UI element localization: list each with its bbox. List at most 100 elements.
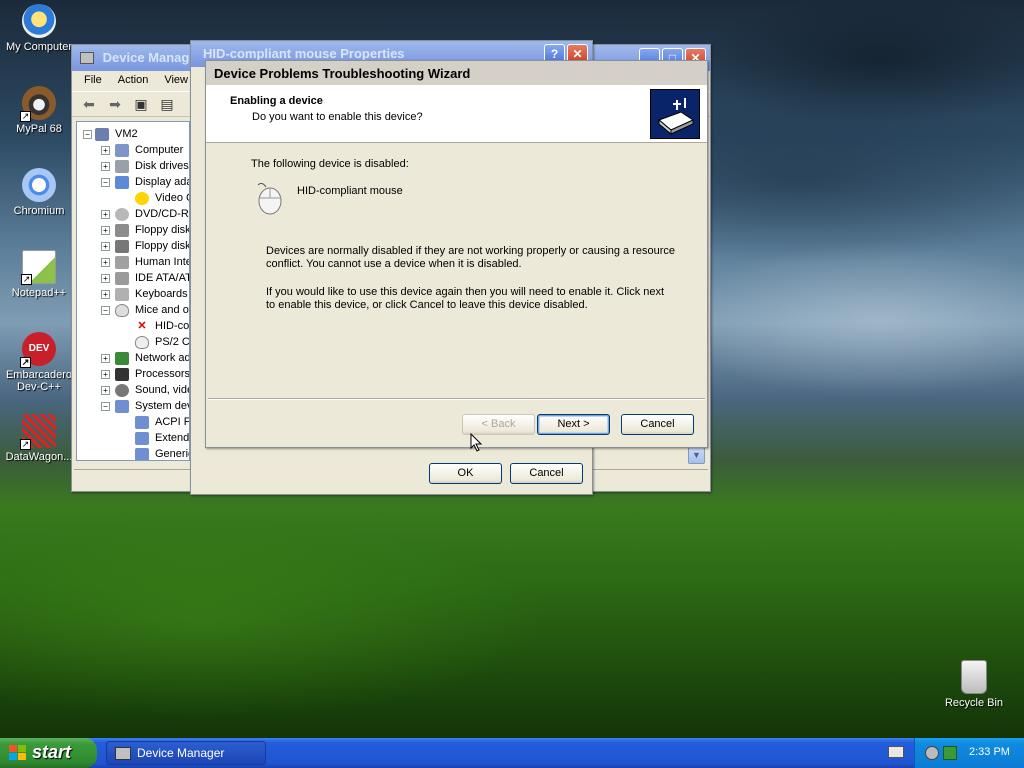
device-tree[interactable]: − VM2 + Computer + Disk drives − Display ad… bbox=[76, 121, 190, 461]
show-hide-tree-icon[interactable]: ▣ bbox=[132, 95, 150, 113]
chromium-icon bbox=[22, 168, 56, 202]
collapse-icon[interactable]: − bbox=[101, 306, 110, 315]
mypal-desktop-icon[interactable]: ↗ MyPal 68 bbox=[0, 86, 78, 135]
start-button[interactable]: start bbox=[0, 738, 97, 768]
tree-item[interactable]: + Floppy disk bbox=[77, 222, 189, 238]
button-separator bbox=[208, 398, 705, 400]
forward-arrow-icon[interactable]: ➡ bbox=[106, 95, 124, 113]
cancel-button[interactable]: Cancel bbox=[621, 414, 694, 435]
desktop-icon-label: DataWagon... bbox=[5, 451, 73, 463]
tree-item[interactable]: ACPI Fi bbox=[77, 414, 189, 430]
hid-icon bbox=[115, 256, 129, 269]
ide-controller-icon bbox=[115, 272, 129, 285]
desktop-icon-label: Embarcadero Dev-C++ bbox=[5, 369, 73, 393]
mouse-icon bbox=[135, 336, 149, 349]
system-tray: 2:33 PM bbox=[914, 738, 1024, 768]
desktop-icon-label: My Computer bbox=[5, 41, 73, 53]
tree-item[interactable]: + Floppy disk bbox=[77, 238, 189, 254]
mouse-icon bbox=[115, 304, 129, 317]
next-button[interactable]: Next > bbox=[537, 414, 610, 435]
tree-item[interactable]: + Processors bbox=[77, 366, 189, 382]
tree-item[interactable]: + Computer bbox=[77, 142, 189, 158]
cancel-button[interactable]: Cancel bbox=[510, 463, 583, 484]
my-computer-icon bbox=[22, 4, 56, 38]
wizard-heading: Enabling a device bbox=[230, 95, 323, 107]
tree-item[interactable]: + Network ad bbox=[77, 350, 189, 366]
tree-item[interactable]: +DVD/CD-RO bbox=[77, 206, 189, 222]
expand-icon[interactable]: + bbox=[101, 386, 110, 395]
safely-remove-tray-icon[interactable] bbox=[943, 746, 957, 760]
taskbar-device-manager-button[interactable]: Device Manager bbox=[106, 741, 266, 765]
expand-icon[interactable]: + bbox=[101, 290, 110, 299]
tree-item[interactable]: Extend bbox=[77, 430, 189, 446]
tree-item[interactable]: Video C bbox=[77, 190, 189, 206]
tree-item[interactable]: + Sound, vide bbox=[77, 382, 189, 398]
mypal-raccoon-icon: ↗ bbox=[20, 86, 56, 122]
tree-item[interactable]: − System dev bbox=[77, 398, 189, 414]
datawagon-desktop-icon[interactable]: ↗ DataWagon... bbox=[0, 414, 78, 463]
tree-item[interactable]: ✕ HID-co bbox=[77, 318, 189, 334]
my-computer-desktop-icon[interactable]: My Computer bbox=[0, 4, 78, 53]
tree-item[interactable]: + Disk drives bbox=[77, 158, 189, 174]
tree-item[interactable]: − Display ada bbox=[77, 174, 189, 190]
floppy-icon bbox=[115, 224, 129, 237]
expand-icon[interactable]: + bbox=[101, 226, 110, 235]
expand-icon[interactable]: + bbox=[101, 370, 110, 379]
scroll-down-arrow-icon[interactable]: ▼ bbox=[688, 447, 705, 464]
tree-item[interactable]: + Keyboards bbox=[77, 286, 189, 302]
back-button[interactable]: < Back bbox=[462, 414, 535, 435]
back-arrow-icon[interactable]: ⬅ bbox=[80, 95, 98, 113]
sound-icon bbox=[115, 384, 129, 397]
start-label: start bbox=[32, 742, 72, 762]
recycle-bin-desktop-icon[interactable]: Recycle Bin bbox=[935, 660, 1013, 709]
tree-item[interactable]: + IDE ATA/AT bbox=[77, 270, 189, 286]
properties-icon[interactable]: ▤ bbox=[158, 95, 176, 113]
expand-icon[interactable]: + bbox=[101, 274, 110, 283]
desktop-icon-label: Chromium bbox=[13, 205, 65, 217]
system-device-icon bbox=[115, 400, 129, 413]
collapse-icon[interactable]: − bbox=[83, 130, 92, 139]
disabled-x-icon: ✕ bbox=[137, 320, 147, 332]
collapse-icon[interactable]: − bbox=[101, 178, 110, 187]
menu-view[interactable]: View bbox=[164, 74, 188, 91]
expand-icon[interactable]: + bbox=[101, 162, 110, 171]
instruction-paragraph: If you would like to use this device aga… bbox=[266, 286, 665, 311]
display-adapter-icon bbox=[115, 176, 129, 189]
windows-flag-icon bbox=[9, 745, 26, 760]
shortcut-arrow-icon: ↗ bbox=[20, 439, 31, 450]
shortcut-arrow-icon: ↗ bbox=[20, 111, 31, 122]
disk-drive-icon bbox=[115, 160, 129, 173]
notepad-plus-plus-desktop-icon[interactable]: ↗ Notepad++ bbox=[0, 250, 78, 299]
expand-icon[interactable]: + bbox=[101, 354, 110, 363]
system-device-icon bbox=[135, 432, 149, 445]
dev-cpp-desktop-icon[interactable]: DEV ↗ Embarcadero Dev-C++ bbox=[0, 332, 78, 393]
wizard-titlebar[interactable]: Device Problems Troubleshooting Wizard bbox=[206, 61, 707, 85]
expand-icon[interactable]: + bbox=[101, 258, 110, 267]
tree-root[interactable]: − VM2 bbox=[77, 126, 189, 142]
disabled-intro: The following device is disabled: bbox=[251, 158, 409, 170]
menu-file[interactable]: File bbox=[84, 74, 102, 91]
window-title: HID-compliant mouse Properties bbox=[203, 46, 405, 61]
notepad-plus-plus-icon: ↗ bbox=[21, 250, 56, 285]
shortcut-arrow-icon: ↗ bbox=[20, 357, 31, 368]
collapse-icon[interactable]: − bbox=[101, 402, 110, 411]
clock[interactable]: 2:33 PM bbox=[969, 746, 1010, 758]
expand-icon[interactable]: + bbox=[101, 242, 110, 251]
keyboard-icon bbox=[115, 288, 129, 301]
tree-item[interactable]: − Mice and ot bbox=[77, 302, 189, 318]
tree-item[interactable]: PS/2 Co bbox=[77, 334, 189, 350]
system-device-icon bbox=[135, 448, 149, 460]
ok-button[interactable]: OK bbox=[429, 463, 502, 484]
expand-icon[interactable]: + bbox=[101, 210, 110, 219]
chromium-desktop-icon[interactable]: Chromium bbox=[0, 168, 78, 217]
expand-icon[interactable]: + bbox=[101, 146, 110, 155]
device-manager-task-icon bbox=[115, 747, 131, 760]
tree-item[interactable]: + Human Inte bbox=[77, 254, 189, 270]
troubleshooting-wizard-window[interactable]: Device Problems Troubleshooting Wizard E… bbox=[205, 60, 708, 448]
device-manager-icon bbox=[80, 52, 94, 64]
tree-item[interactable]: Generic bbox=[77, 446, 189, 460]
warning-icon bbox=[135, 192, 149, 205]
keyboard-tray-icon[interactable] bbox=[888, 746, 904, 758]
menu-action[interactable]: Action bbox=[118, 74, 149, 91]
network-tray-icon[interactable] bbox=[925, 746, 939, 760]
